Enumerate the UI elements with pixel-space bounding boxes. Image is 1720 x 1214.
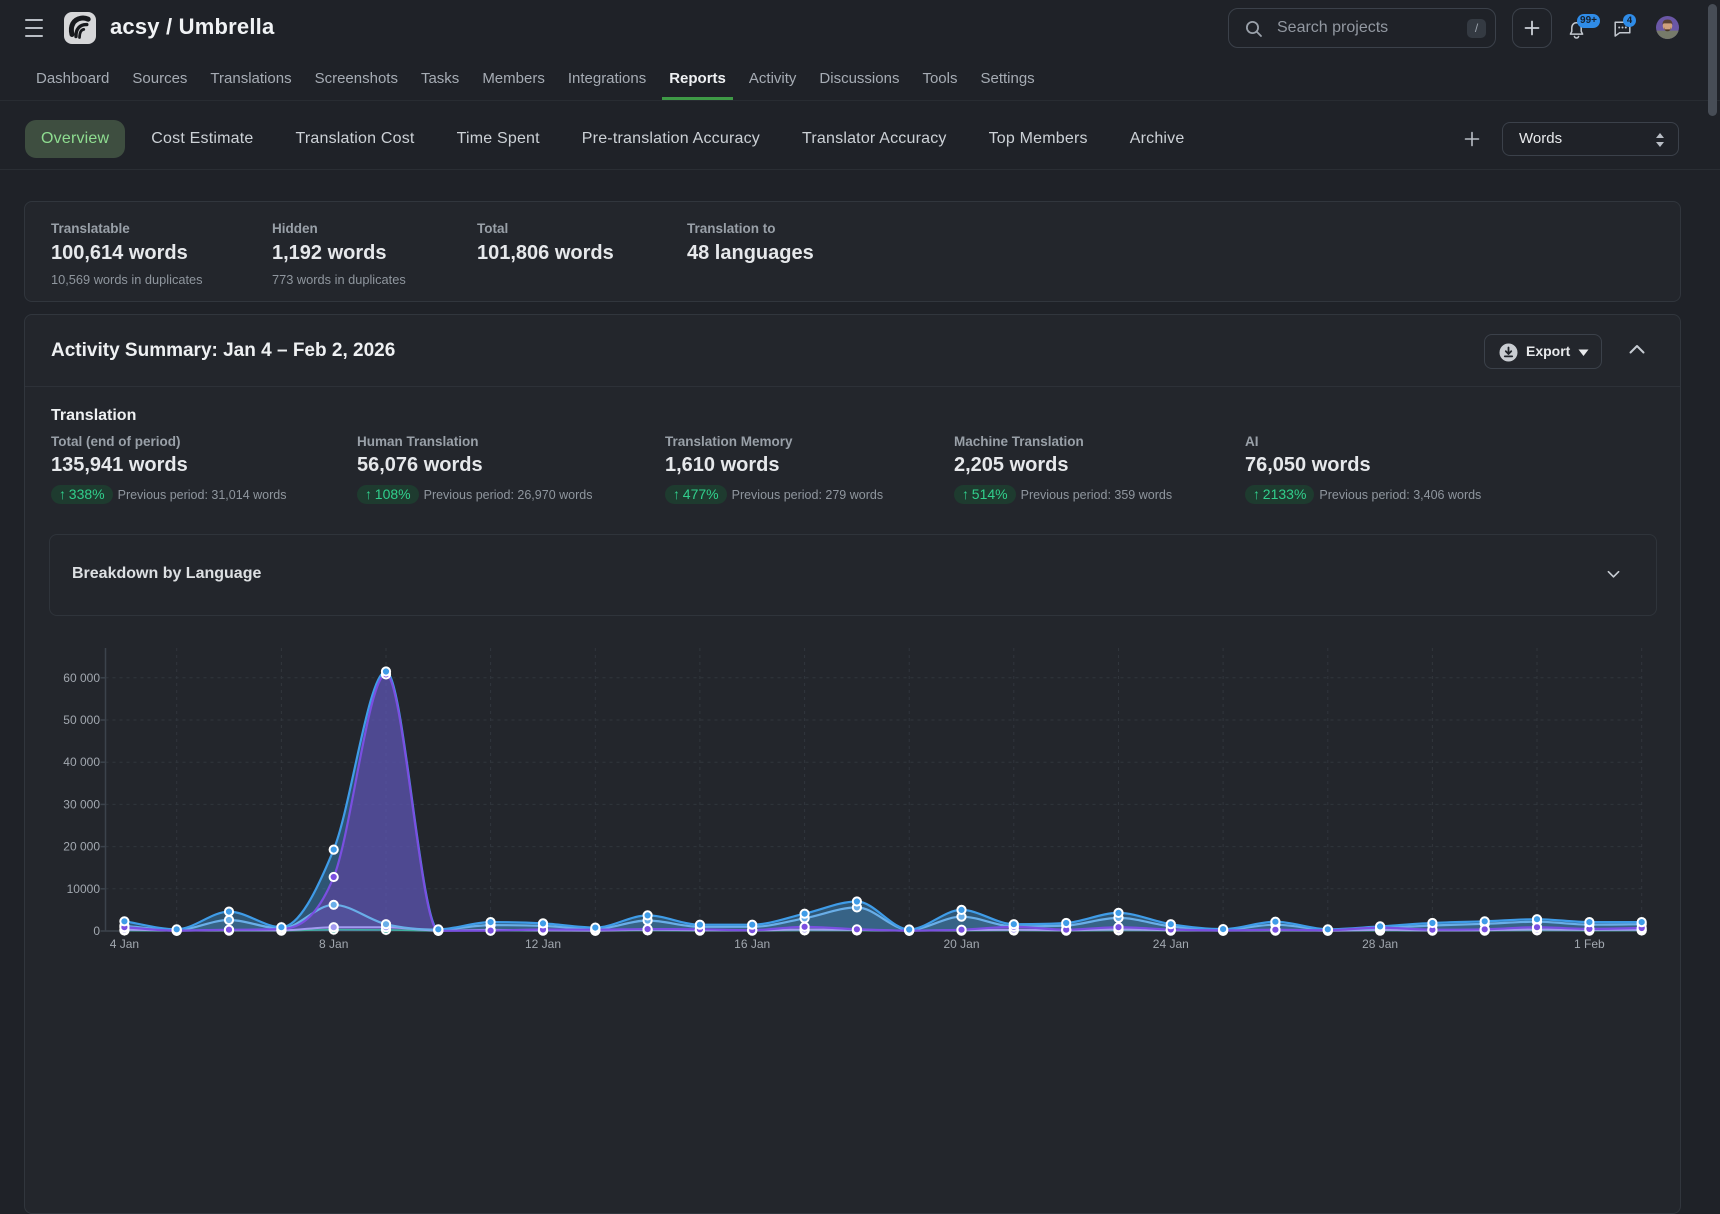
svg-text:30 000: 30 000 [63,797,100,811]
svg-text:16 Jan: 16 Jan [734,937,770,951]
svg-text:4 Jan: 4 Jan [110,937,139,951]
svg-text:50 000: 50 000 [63,713,100,727]
svg-text:8 Jan: 8 Jan [319,937,348,951]
svg-text:28 Jan: 28 Jan [1362,937,1398,951]
svg-text:12 Jan: 12 Jan [525,937,561,951]
svg-text:20 000: 20 000 [63,840,100,854]
svg-text:0: 0 [93,924,100,938]
svg-text:40 000: 40 000 [63,755,100,769]
svg-text:24 Jan: 24 Jan [1153,937,1189,951]
svg-text:20 Jan: 20 Jan [943,937,979,951]
svg-text:60 000: 60 000 [63,671,100,685]
svg-text:1 Feb: 1 Feb [1574,937,1605,951]
svg-text:10000: 10000 [67,882,101,896]
